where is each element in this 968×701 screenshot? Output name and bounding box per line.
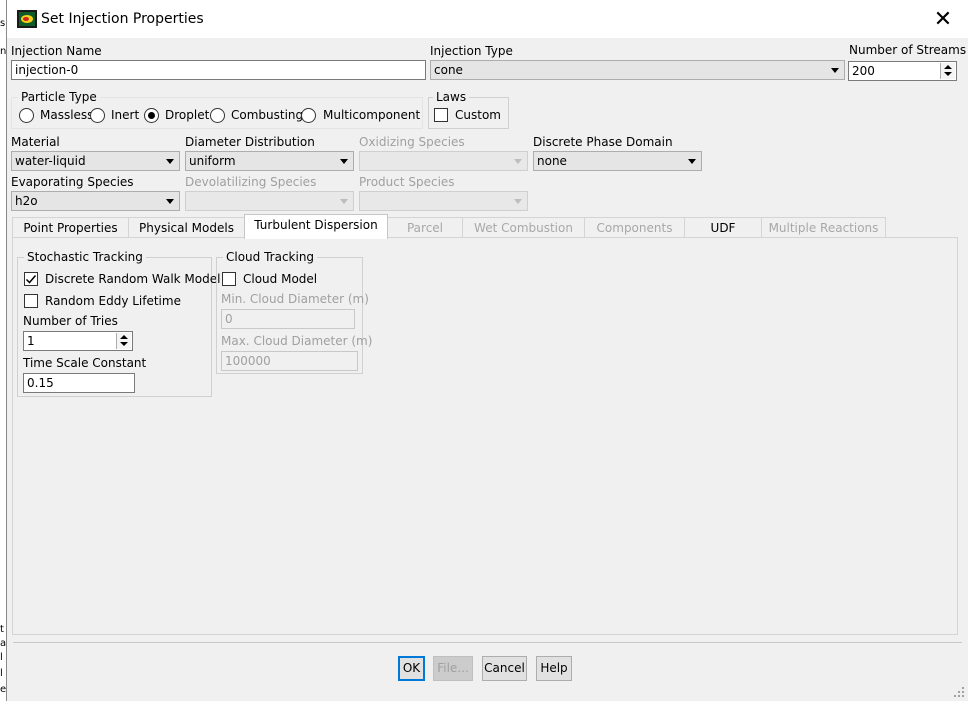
discrete-phase-domain-value: none xyxy=(537,154,567,168)
devolatilizing-species-select xyxy=(185,191,354,211)
num-streams-value: 200 xyxy=(852,64,875,78)
chevron-down-icon xyxy=(831,68,839,73)
evaporating-species-select[interactable]: h2o xyxy=(11,191,180,211)
chevron-down-icon xyxy=(514,159,522,164)
background-text: l xyxy=(0,652,3,663)
spin-up-icon xyxy=(944,65,952,69)
custom-laws-label: Custom xyxy=(455,108,501,122)
time-scale-input[interactable]: 0.15 xyxy=(23,373,135,393)
random-eddy-checkbox[interactable] xyxy=(24,294,38,308)
laws-label: Laws xyxy=(433,90,470,104)
multicomponent-label: Multicomponent xyxy=(323,108,421,122)
tab-point-properties[interactable]: Point Properties xyxy=(12,217,129,238)
checkmark-icon xyxy=(25,275,37,284)
background-text: t xyxy=(0,624,4,635)
chevron-down-icon xyxy=(166,199,174,204)
tab-wet-combustion: Wet Combustion xyxy=(462,217,585,238)
custom-laws-checkbox[interactable] xyxy=(434,108,448,122)
tries-input[interactable]: 1 xyxy=(23,331,133,351)
turbulent-dispersion-panel: Stochastic Tracking Discrete Random Walk… xyxy=(12,237,958,635)
evaporating-species-label: Evaporating Species xyxy=(11,175,134,189)
evaporating-species-value: h2o xyxy=(15,194,38,208)
material-select[interactable]: water-liquid xyxy=(11,151,180,171)
max-cloud-input: 100000 xyxy=(221,351,358,371)
product-species-label: Product Species xyxy=(359,175,455,189)
cloud-model-checkbox[interactable] xyxy=(222,272,236,286)
material-value: water-liquid xyxy=(15,154,86,168)
background-text: s xyxy=(0,18,6,29)
num-streams-input[interactable]: 200 xyxy=(848,61,957,81)
injection-name-label: Injection Name xyxy=(11,44,102,58)
diameter-distribution-select[interactable]: uniform xyxy=(185,151,354,171)
close-icon: ✕ xyxy=(933,7,953,32)
min-cloud-input: 0 xyxy=(221,309,355,329)
tab-udf[interactable]: UDF xyxy=(684,217,762,238)
background-text: l xyxy=(0,668,3,679)
radio-inert[interactable] xyxy=(90,108,105,123)
time-scale-label: Time Scale Constant xyxy=(23,356,147,370)
min-cloud-label: Min. Cloud Diameter (m) xyxy=(221,292,369,306)
tries-spinner[interactable] xyxy=(116,333,131,349)
num-streams-spinner[interactable] xyxy=(940,63,955,79)
random-eddy-label: Random Eddy Lifetime xyxy=(45,294,181,308)
massless-label: Massless xyxy=(40,108,94,122)
cancel-button[interactable]: Cancel xyxy=(482,656,527,681)
tab-physical-models[interactable]: Physical Models xyxy=(128,217,245,238)
cloud-tracking-title: Cloud Tracking xyxy=(223,250,318,264)
button-divider xyxy=(13,642,962,643)
chevron-down-icon xyxy=(340,159,348,164)
injection-name-input[interactable]: injection-0 xyxy=(11,60,426,80)
inert-label: Inert xyxy=(111,108,140,122)
droplet-label: Droplet xyxy=(165,108,210,122)
drw-checkbox[interactable] xyxy=(24,272,38,286)
devolatilizing-species-label: Devolatilizing Species xyxy=(185,175,317,189)
num-streams-label: Number of Streams xyxy=(849,43,967,57)
stochastic-tracking-group: Stochastic Tracking Discrete Random Walk… xyxy=(17,250,220,397)
cloud-model-label: Cloud Model xyxy=(243,272,318,286)
tries-value: 1 xyxy=(27,334,35,348)
dialog-window: Set Injection Properties ✕ Injection Nam… xyxy=(6,0,968,701)
tries-label: Number of Tries xyxy=(23,314,118,328)
radio-droplet[interactable] xyxy=(144,108,159,123)
spin-up-icon xyxy=(120,335,128,339)
window-title: Set Injection Properties xyxy=(41,11,204,27)
chevron-down-icon xyxy=(340,199,348,204)
max-cloud-label: Max. Cloud Diameter (m) xyxy=(221,334,373,348)
tab-parcel: Parcel xyxy=(387,217,463,238)
radio-multicomponent[interactable] xyxy=(301,108,316,123)
spin-down-icon xyxy=(120,342,128,346)
tab-multiple-reactions: Multiple Reactions xyxy=(761,217,886,238)
title-bar[interactable]: Set Injection Properties ✕ xyxy=(7,0,968,38)
discrete-phase-domain-label: Discrete Phase Domain xyxy=(533,135,673,149)
drw-label: Discrete Random Walk Model xyxy=(45,272,221,286)
tab-components: Components xyxy=(584,217,685,238)
discrete-phase-domain-select[interactable]: none xyxy=(533,151,702,171)
combusting-label: Combusting xyxy=(231,108,304,122)
particle-type-label: Particle Type xyxy=(18,90,100,104)
chevron-down-icon xyxy=(688,159,696,164)
file-button: File... xyxy=(433,656,473,681)
app-icon xyxy=(17,10,37,28)
injection-type-label: Injection Type xyxy=(430,44,513,58)
oxidizing-species-label: Oxidizing Species xyxy=(359,135,465,149)
spin-down-icon xyxy=(944,72,952,76)
diameter-distribution-value: uniform xyxy=(189,154,236,168)
product-species-select xyxy=(359,191,528,211)
radio-massless[interactable] xyxy=(19,108,34,123)
injection-type-value: cone xyxy=(434,63,463,77)
diameter-distribution-label: Diameter Distribution xyxy=(185,135,315,149)
chevron-down-icon xyxy=(514,199,522,204)
material-label: Material xyxy=(11,135,60,149)
ok-button[interactable]: OK xyxy=(398,656,425,681)
stochastic-tracking-title: Stochastic Tracking xyxy=(24,250,146,264)
close-button[interactable]: ✕ xyxy=(924,6,962,34)
injection-type-select[interactable]: cone xyxy=(430,60,845,80)
chevron-down-icon xyxy=(166,159,174,164)
help-button[interactable]: Help xyxy=(536,656,572,681)
radio-combusting[interactable] xyxy=(210,108,225,123)
oxidizing-species-select xyxy=(359,151,528,171)
cloud-tracking-group: Cloud Tracking Cloud Model Min. Cloud Di… xyxy=(216,250,372,374)
tab-turbulent-dispersion[interactable]: Turbulent Dispersion xyxy=(244,214,388,239)
resize-grip-icon[interactable] xyxy=(954,687,964,697)
